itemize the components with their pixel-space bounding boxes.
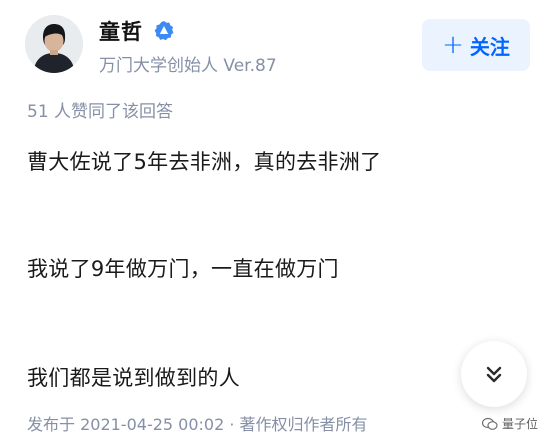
avatar[interactable]: [25, 15, 83, 73]
expand-button[interactable]: [461, 341, 527, 407]
author-title: 万门大学创始人 Ver.87: [99, 56, 277, 76]
plus-icon: +: [442, 30, 464, 60]
author-name-row: 童哲: [99, 17, 175, 45]
wechat-icon: [481, 417, 498, 430]
avatar-portrait: [25, 15, 83, 73]
answer-paragraph: 曹大佐说了5年去非洲，真的去非洲了: [27, 150, 382, 174]
verified-badge-icon: [154, 21, 174, 41]
author-name[interactable]: 童哲: [99, 16, 143, 46]
answer-paragraph: 我说了9年做万门，一直在做万门: [27, 257, 339, 281]
watermark: 量子位: [481, 415, 538, 432]
upvote-count: 51 人赞同了该回答: [27, 102, 174, 122]
author-header: 童哲 万门大学创始人 Ver.87 + 关注: [25, 15, 530, 76]
publish-meta: 发布于 2021-04-25 00:02 · 著作权归作者所有: [27, 415, 368, 434]
answer-paragraph: 我们都是说到做到的人: [27, 366, 240, 390]
double-chevron-down-icon: [486, 366, 502, 383]
watermark-text: 量子位: [501, 417, 538, 431]
follow-button[interactable]: + 关注: [422, 19, 530, 71]
follow-label: 关注: [469, 34, 510, 59]
